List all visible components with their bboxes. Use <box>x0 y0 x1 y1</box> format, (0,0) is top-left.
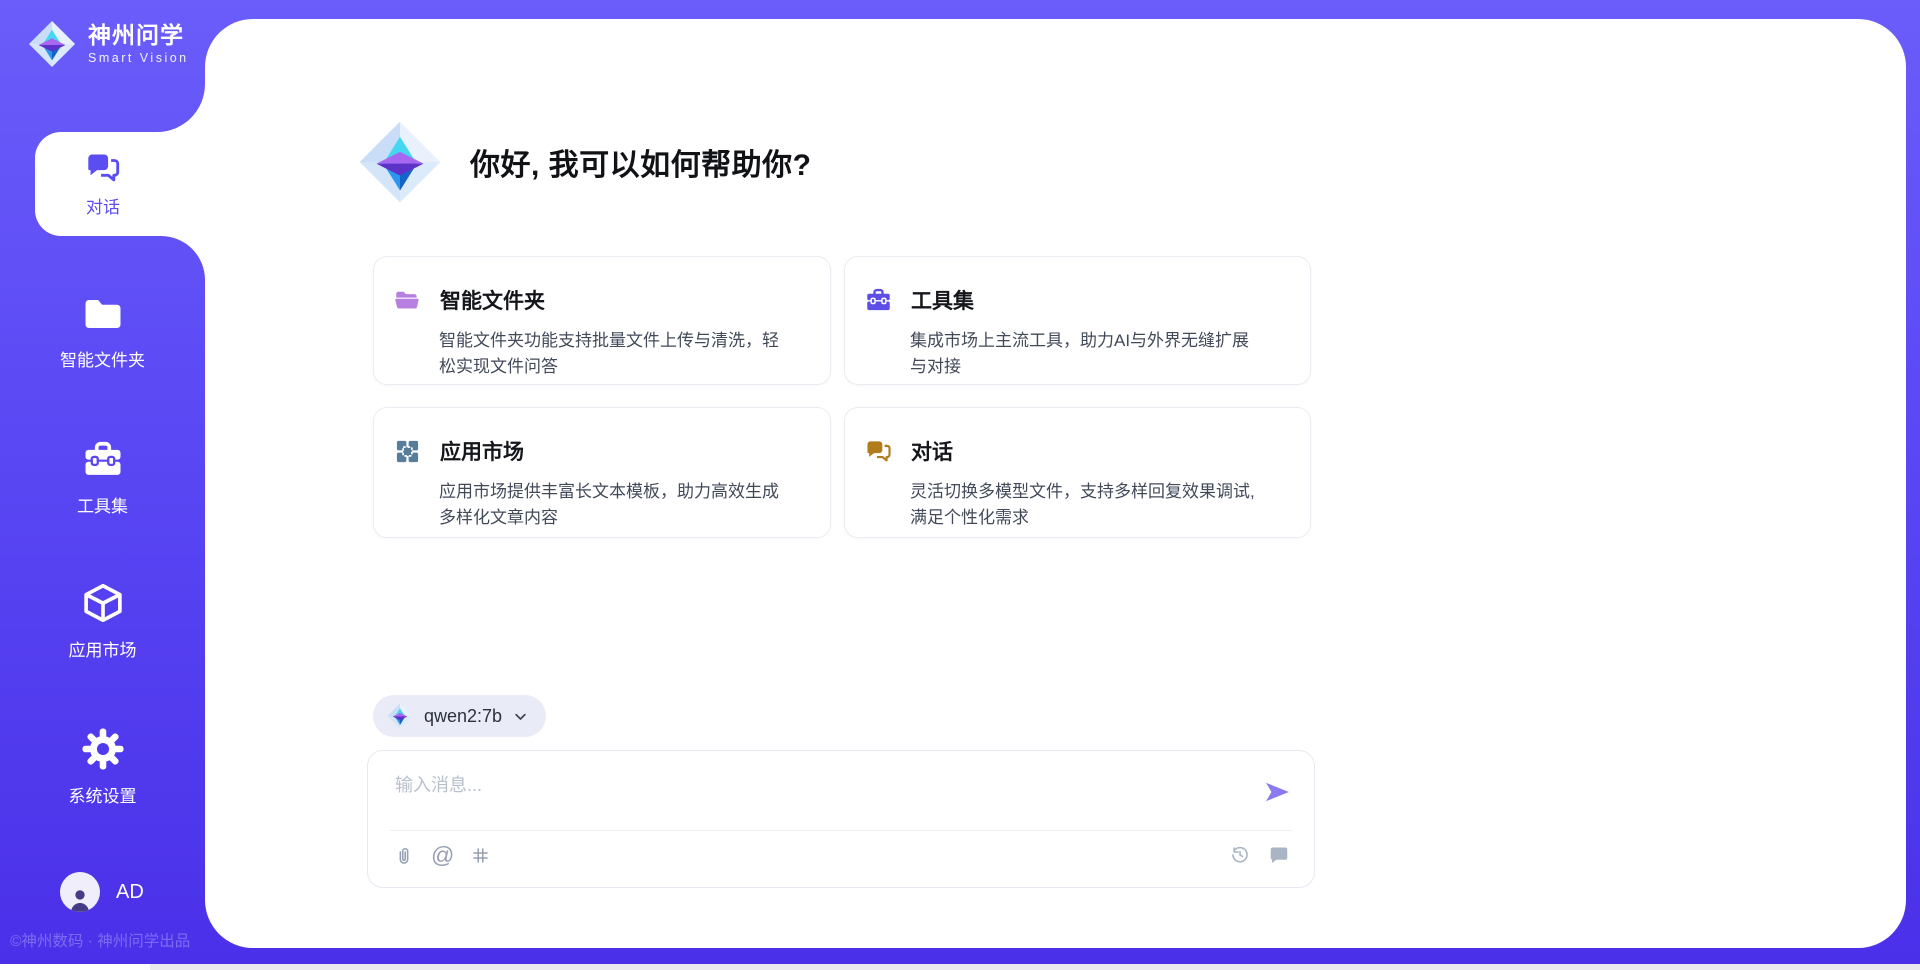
card-smart-folder[interactable]: 智能文件夹 智能文件夹功能支持批量文件上传与清洗，轻松实现文件问答 <box>373 256 831 385</box>
paperclip-icon <box>393 845 415 867</box>
card-title: 应用市场 <box>440 436 524 466</box>
sidebar-item-label: 应用市场 <box>69 636 137 661</box>
card-description: 集成市场上主流工具，助力AI与外界无缝扩展与对接 <box>910 328 1282 381</box>
horizontal-scrollbar[interactable] <box>0 964 1920 970</box>
user-name: AD <box>116 881 144 904</box>
user-account[interactable]: AD <box>60 872 144 912</box>
sidebar-item-settings[interactable]: 系统设置 <box>0 727 205 807</box>
tab-corner-bottom <box>161 236 205 280</box>
cube-icon <box>81 581 125 625</box>
brand-diamond-icon <box>28 20 76 68</box>
card-title: 智能文件夹 <box>440 285 545 315</box>
mention-button[interactable]: @ <box>431 844 454 867</box>
card-title: 对话 <box>911 436 953 466</box>
comment-icon <box>1268 844 1290 866</box>
send-icon[interactable] <box>1262 777 1292 807</box>
sidebar-item-app-market[interactable]: 应用市场 <box>0 581 205 661</box>
at-icon: @ <box>431 844 454 867</box>
card-app-market[interactable]: 应用市场 应用市场提供丰富长文本模板，助力高效生成多样化文章内容 <box>373 407 831 538</box>
card-toolset[interactable]: 工具集 集成市场上主流工具，助力AI与外界无缝扩展与对接 <box>844 256 1311 385</box>
hash-icon <box>470 845 491 866</box>
brand-subtitle: Smart Vision <box>88 51 189 65</box>
model-selector[interactable]: qwen2:7b <box>373 695 546 737</box>
new-chat-button[interactable] <box>1268 844 1290 866</box>
avatar <box>60 872 100 912</box>
greeting-title: 你好, 我可以如何帮助你? <box>470 140 812 184</box>
briefcase-icon <box>865 287 892 314</box>
folder-icon <box>82 293 124 335</box>
model-name: qwen2:7b <box>424 706 502 727</box>
card-title: 工具集 <box>911 285 974 315</box>
model-diamond-icon <box>387 703 413 729</box>
card-chat[interactable]: 对话 灵活切换多模型文件，支持多样回复效果调试, 满足个性化需求 <box>844 407 1311 538</box>
card-description: 智能文件夹功能支持批量文件上传与清洗，轻松实现文件问答 <box>439 328 802 381</box>
chat-icon <box>85 150 121 186</box>
folder-open-icon <box>394 287 421 314</box>
sidebar-item-label: 系统设置 <box>69 782 137 807</box>
toolbox-icon <box>82 439 124 481</box>
sidebar-item-label: 对话 <box>86 193 120 218</box>
sidebar-item-chat[interactable]: 对话 <box>35 132 211 236</box>
brand-title: 神州问学 <box>88 23 189 48</box>
hero-diamond-icon <box>358 120 442 204</box>
attachment-button[interactable] <box>393 845 415 867</box>
sidebar-item-label: 智能文件夹 <box>60 346 145 371</box>
sidebar-item-smart-folder[interactable]: 智能文件夹 <box>0 293 205 371</box>
message-composer: @ <box>367 750 1315 888</box>
sidebar-item-toolset[interactable]: 工具集 <box>0 439 205 517</box>
history-icon <box>1229 844 1251 866</box>
history-button[interactable] <box>1229 844 1251 866</box>
card-description: 应用市场提供丰富长文本模板，助力高效生成多样化文章内容 <box>439 479 802 532</box>
grid-icon <box>394 438 421 465</box>
tab-corner-top <box>157 84 205 132</box>
topic-button[interactable] <box>470 845 491 866</box>
chat-duo-icon <box>865 438 892 465</box>
composer-divider <box>390 830 1292 831</box>
sidebar-item-label: 工具集 <box>77 492 128 517</box>
hero: 你好, 我可以如何帮助你? <box>358 120 812 204</box>
person-icon <box>66 886 94 912</box>
scrollbar-segment <box>0 964 150 970</box>
copyright-footer: ©神州数码 · 神州问学出品 <box>10 929 190 951</box>
card-description: 灵活切换多模型文件，支持多样回复效果调试, 满足个性化需求 <box>910 479 1282 532</box>
gear-icon <box>81 727 125 771</box>
message-input[interactable] <box>393 769 1244 823</box>
chevron-down-icon <box>513 709 528 724</box>
app-logo: 神州问学 Smart Vision <box>28 20 189 68</box>
